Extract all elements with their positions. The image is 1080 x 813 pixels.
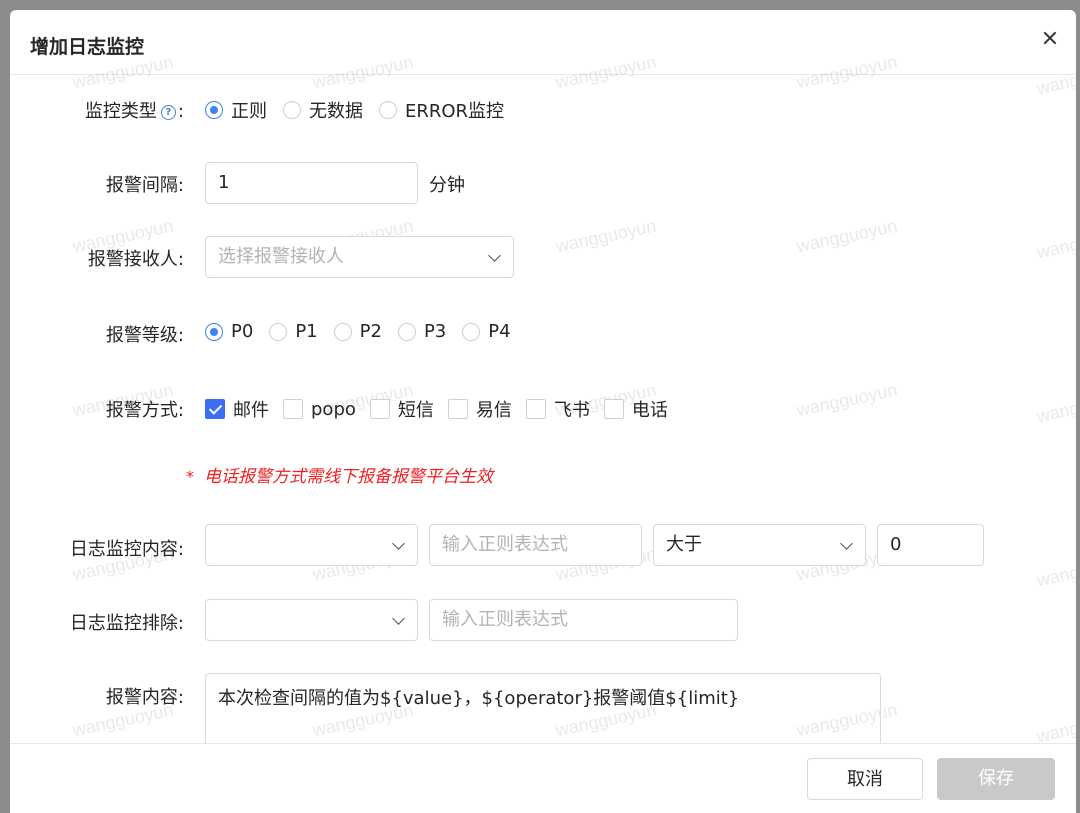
- add-log-monitor-dialog: 增加日志监控 wangguoyun wangguoyun wangguoyun …: [10, 10, 1076, 813]
- checkbox-label: 短信: [397, 400, 434, 421]
- log-content-label: 日志监控内容:: [69, 539, 184, 560]
- checkbox-phone[interactable]: 电话: [603, 396, 668, 422]
- cancel-button[interactable]: 取消: [807, 758, 923, 800]
- interval-input[interactable]: 1: [205, 162, 418, 204]
- dialog-header: 增加日志监控: [10, 10, 1076, 75]
- radio-dot[interactable]: [462, 322, 481, 341]
- level-label: 报警等级:: [105, 325, 184, 346]
- monitor-type-label: 监控类型?:: [14, 97, 184, 123]
- watermark: wangguoyun: [794, 215, 899, 257]
- method-label: 报警方式:: [105, 400, 184, 421]
- save-button[interactable]: 保存: [937, 758, 1055, 800]
- operator-select[interactable]: 大于: [653, 524, 866, 566]
- receiver-select[interactable]: 选择报警接收人: [205, 236, 514, 278]
- radio-label: ERROR监控: [405, 101, 505, 122]
- help-icon[interactable]: ?: [160, 105, 176, 120]
- radio-no-data[interactable]: 无数据: [283, 97, 363, 123]
- dialog-footer: 取消 保存: [10, 743, 1076, 813]
- radio-dot[interactable]: [283, 101, 301, 119]
- radio-p0[interactable]: P0: [205, 321, 253, 342]
- radio-label: P2: [359, 321, 382, 342]
- radio-p2[interactable]: P2: [333, 321, 382, 342]
- watermark: wangguoyun: [1034, 549, 1076, 591]
- log-exclude-select[interactable]: [205, 599, 418, 641]
- radio-label: P0: [231, 321, 254, 342]
- radio-error-monitor[interactable]: ERROR监控: [379, 97, 504, 123]
- threshold-input[interactable]: 0: [877, 524, 984, 566]
- watermark: wangguoyun: [1034, 221, 1076, 263]
- radio-label: 无数据: [309, 101, 363, 122]
- log-content-select[interactable]: [205, 524, 418, 566]
- checkbox-email[interactable]: 邮件: [205, 396, 269, 422]
- checkbox[interactable]: [369, 399, 390, 419]
- radio-label: P3: [423, 321, 447, 342]
- receiver-label: 报警接收人:: [87, 249, 184, 270]
- radio-regex[interactable]: 正则: [205, 97, 267, 123]
- level-radio-group: P0 P1 P2 P3 P4: [205, 321, 527, 342]
- checkbox-label: 邮件: [233, 400, 269, 421]
- radio-label: P4: [488, 321, 511, 342]
- monitor-type-radio-group: 正则 无数据 ERROR监控: [205, 97, 520, 123]
- radio-p3[interactable]: P3: [397, 321, 447, 342]
- method-checkbox-group: 邮件 popo 短信 易信 飞书 电话: [205, 396, 682, 422]
- radio-dot[interactable]: [397, 322, 416, 341]
- checkbox[interactable]: [447, 399, 468, 419]
- phone-method-note: * 电话报警方式需线下报备报警平台生效: [186, 462, 493, 487]
- checkbox-label: 飞书: [553, 400, 590, 421]
- watermark: wangguoyun: [794, 379, 899, 421]
- radio-dot[interactable]: [269, 322, 288, 341]
- watermark: wangguoyun: [553, 215, 658, 257]
- checkbox-popo[interactable]: popo: [283, 399, 356, 420]
- dialog-title: 增加日志监控: [30, 36, 145, 58]
- radio-dot[interactable]: [379, 101, 397, 119]
- checkbox-feishu[interactable]: 飞书: [525, 396, 590, 422]
- required-star: *: [186, 467, 194, 486]
- radio-dot[interactable]: [333, 322, 352, 341]
- checkbox-label: 电话: [631, 400, 668, 421]
- checkbox[interactable]: [205, 399, 225, 419]
- log-exclude-label: 日志监控排除:: [69, 613, 184, 634]
- interval-label: 报警间隔:: [105, 175, 184, 196]
- log-exclude-regex-input[interactable]: 输入正则表达式: [429, 599, 738, 641]
- radio-p4[interactable]: P4: [462, 321, 511, 342]
- log-content-regex-input[interactable]: 输入正则表达式: [429, 524, 642, 566]
- checkbox-sms[interactable]: 短信: [369, 396, 434, 422]
- radio-p1[interactable]: P1: [269, 321, 318, 342]
- interval-unit: 分钟: [429, 175, 465, 196]
- note-text: 电话报警方式需线下报备报警平台生效: [204, 467, 493, 487]
- checkbox-yixin[interactable]: 易信: [447, 396, 512, 422]
- radio-label: 正则: [231, 101, 267, 122]
- checkbox[interactable]: [525, 399, 546, 419]
- alert-content-label: 报警内容:: [105, 687, 184, 708]
- checkbox[interactable]: [283, 399, 303, 419]
- checkbox[interactable]: [603, 399, 624, 419]
- watermark: wangguoyun: [1034, 705, 1076, 747]
- monitor-type-colon: :: [177, 101, 184, 122]
- radio-dot[interactable]: [205, 101, 223, 119]
- watermark: wangguoyun: [1034, 385, 1076, 427]
- radio-label: P1: [295, 321, 318, 342]
- checkbox-label: 易信: [475, 400, 512, 421]
- close-icon[interactable]: [1038, 26, 1062, 50]
- monitor-type-label-text: 监控类型: [84, 101, 157, 122]
- checkbox-label: popo: [311, 398, 356, 420]
- radio-dot[interactable]: [205, 322, 223, 341]
